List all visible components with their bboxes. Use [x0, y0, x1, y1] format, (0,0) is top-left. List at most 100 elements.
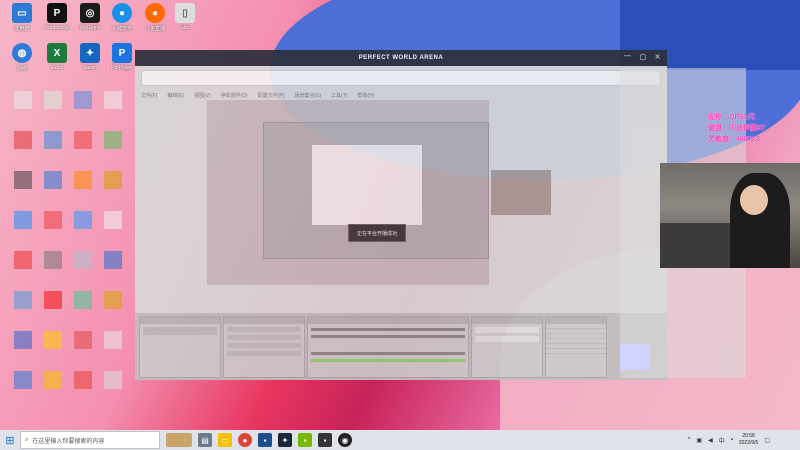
webcam-feed — [660, 163, 800, 268]
chrome-icon[interactable]: ● — [238, 433, 252, 447]
window-titlebar[interactable]: PERFECT WORLD ARENA — ▢ ✕ — [135, 50, 667, 66]
address-bar[interactable] — [141, 70, 661, 86]
app-icon[interactable]: ▪ — [258, 433, 272, 447]
app-icon[interactable] — [74, 131, 92, 149]
close-icon[interactable]: ✕ — [655, 53, 661, 61]
app-icon[interactable] — [104, 331, 122, 349]
desk — [660, 223, 740, 268]
app-icon[interactable] — [74, 211, 92, 229]
app-icon[interactable] — [74, 251, 92, 269]
preview-canvas[interactable] — [207, 100, 551, 285]
transition-select[interactable] — [475, 327, 539, 333]
obs-icon[interactable]: ◉ — [338, 433, 352, 447]
source-item[interactable] — [227, 327, 301, 332]
app-icon[interactable] — [14, 171, 32, 189]
app-icon[interactable] — [44, 251, 62, 269]
windows-start-icon[interactable]: ⊞ — [0, 430, 20, 450]
ime-indicator[interactable]: 中 — [719, 436, 725, 445]
app-icon[interactable] — [104, 211, 122, 229]
app-icon[interactable] — [104, 371, 122, 389]
app-icon[interactable] — [104, 91, 122, 109]
panel-button[interactable] — [620, 344, 650, 370]
maximize-icon[interactable]: ▢ — [640, 53, 647, 61]
dock-header — [546, 317, 606, 324]
stream-info-overlay: 昵称：QPS1代 键盘：闪迪伊藤3T 灵敏度：400*3.8 — [708, 112, 765, 145]
app-icon[interactable] — [14, 371, 32, 389]
app-icon[interactable] — [44, 131, 62, 149]
task-view-icon[interactable]: ▤ — [198, 433, 212, 447]
notification-icon[interactable]: ▢ — [764, 437, 770, 444]
desktop-icon-label: 此电脑 — [14, 26, 30, 32]
app-icon[interactable] — [104, 131, 122, 149]
exit-button[interactable] — [546, 349, 606, 354]
app-icon[interactable] — [14, 91, 32, 109]
app-icon[interactable] — [74, 91, 92, 109]
steam-icon: ✦ — [80, 43, 100, 63]
app-icon[interactable] — [104, 251, 122, 269]
overlay-nickname: 昵称：QPS1代 — [708, 114, 755, 121]
menu-item-file[interactable]: 文件(F) — [141, 92, 157, 99]
clock[interactable]: 20:58 2022/9/5 — [739, 433, 758, 447]
app-icon[interactable] — [14, 291, 32, 309]
menu-item-scenes[interactable]: 场景集合(S) — [294, 92, 321, 99]
app-icon[interactable] — [44, 371, 62, 389]
app-icon[interactable] — [74, 331, 92, 349]
clock-time: 20:58 — [742, 433, 755, 439]
app-icon[interactable] — [44, 211, 62, 229]
desktop-icon-label: WeGame — [79, 25, 101, 31]
taskbar-search[interactable]: ⌕ 在这里输入你要搜索的内容 — [20, 431, 160, 449]
dock-area — [135, 313, 667, 380]
webcam-source — [491, 170, 551, 215]
excel-icon: X — [47, 43, 67, 63]
nested-window — [312, 145, 422, 225]
volume-icon[interactable]: ◀ — [708, 437, 713, 444]
desktop-icon-file[interactable]: ▯ abc — [165, 3, 205, 43]
app-icon[interactable] — [74, 291, 92, 309]
app-icon[interactable] — [44, 331, 62, 349]
app-icon[interactable] — [44, 91, 62, 109]
menu-item-edit[interactable]: 编辑(E) — [167, 92, 184, 99]
app-icon[interactable] — [44, 171, 62, 189]
app-icon[interactable] — [74, 371, 92, 389]
app-icon[interactable] — [14, 131, 32, 149]
steam-icon[interactable]: ✦ — [278, 433, 292, 447]
app-icon[interactable] — [14, 251, 32, 269]
app-icon[interactable] — [104, 171, 122, 189]
menu-item-profile[interactable]: 配置文件(P) — [258, 92, 285, 99]
app-icon[interactable] — [14, 331, 32, 349]
menu-item-view[interactable]: 视图(V) — [194, 92, 211, 99]
app-icon[interactable]: ▪ — [318, 433, 332, 447]
player-icon: P — [112, 43, 132, 63]
overlay-sensitivity: 灵敏度：400*3.8 — [708, 136, 761, 143]
duration-input[interactable] — [475, 336, 539, 342]
source-item[interactable] — [227, 351, 301, 356]
taskbar-thumbnail-icon[interactable] — [166, 433, 192, 447]
chevron-up-icon[interactable]: ^ — [688, 437, 691, 443]
minimize-icon[interactable]: — — [624, 53, 632, 61]
app-tray-icon[interactable]: ▪ — [731, 437, 733, 443]
app-icon[interactable] — [74, 171, 92, 189]
app-icon[interactable] — [104, 291, 122, 309]
scene-item[interactable] — [143, 327, 217, 335]
menu-item-docks[interactable]: 停靠部件(D) — [221, 92, 248, 99]
network-icon[interactable]: ▣ — [696, 437, 702, 444]
audio-meter — [311, 359, 465, 362]
app-window: PERFECT WORLD ARENA — ▢ ✕ 文件(F) 编辑(E) 视图… — [135, 50, 667, 380]
source-item[interactable] — [227, 335, 301, 340]
desktop-icon-this-pc[interactable]: ▭ 此电脑 — [2, 3, 42, 43]
menu-item-help[interactable]: 帮助(H) — [357, 92, 374, 99]
dock-header — [140, 317, 220, 324]
app-icon[interactable] — [14, 211, 32, 229]
search-placeholder: 在这里输入你要搜索的内容 — [32, 438, 105, 445]
file-explorer-icon[interactable]: ▭ — [218, 433, 232, 447]
controls-dock — [545, 316, 607, 378]
nvidia-icon[interactable]: ▪ — [298, 433, 312, 447]
desktop-icon-label: 斗鱼直播 — [144, 26, 165, 32]
app-icon[interactable] — [44, 291, 62, 309]
source-item[interactable] — [227, 343, 301, 348]
scenes-dock — [139, 316, 221, 378]
menu-item-tools[interactable]: 工具(T) — [331, 92, 347, 99]
desktop-icon-label: abc — [180, 25, 190, 31]
desktop-icon-network[interactable]: ◍ 网络 — [2, 43, 42, 83]
wegame-icon: ◎ — [80, 3, 100, 23]
